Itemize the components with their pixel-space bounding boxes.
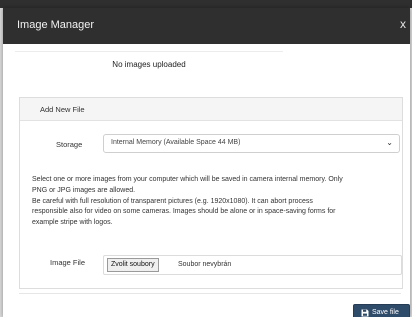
top-strip xyxy=(0,0,412,8)
help-text-line: example stripe with logos. xyxy=(32,219,113,227)
chevron-down-icon: ⌄ xyxy=(386,138,393,147)
save-file-button[interactable]: Save file xyxy=(353,304,410,317)
help-text: Select one or more images from your comp… xyxy=(32,175,396,229)
no-file-chosen-text: Soubor nevybrán xyxy=(178,261,232,268)
help-text-line: Select one or more images from your comp… xyxy=(32,176,343,183)
image-manager-modal: Image Manager x No images uploaded Add N… xyxy=(3,8,410,317)
choose-files-button[interactable]: Zvolit soubory xyxy=(107,258,159,272)
save-file-label: Save file xyxy=(372,309,399,316)
panel-title: Add New File xyxy=(40,105,85,114)
modal-title: Image Manager xyxy=(17,19,95,31)
help-text-line: responsible also for video on some camer… xyxy=(32,208,336,216)
empty-gallery-message: No images uploaded xyxy=(112,60,186,69)
footer-divider xyxy=(19,293,401,294)
image-file-input[interactable]: Zvolit soubory Soubor nevybrán xyxy=(103,255,402,275)
storage-selected-value: Internal Memory (Available Space 44 MB) xyxy=(111,139,241,146)
panel-heading: Add New File xyxy=(20,98,402,121)
help-text-line: Be careful with full resolution of trans… xyxy=(32,197,313,205)
image-file-label: Image File xyxy=(50,258,86,267)
storage-label: Storage xyxy=(56,140,83,149)
help-text-line: PNG or JPG images are allowed. xyxy=(32,186,136,194)
floppy-disk-icon xyxy=(361,309,369,317)
add-file-panel: Add New File Storage Internal Memory (Av… xyxy=(19,97,403,289)
divider xyxy=(15,51,283,52)
modal-header: Image Manager x xyxy=(3,8,410,44)
close-icon[interactable]: x xyxy=(400,17,406,31)
storage-select[interactable]: Internal Memory (Available Space 44 MB) … xyxy=(103,134,400,153)
